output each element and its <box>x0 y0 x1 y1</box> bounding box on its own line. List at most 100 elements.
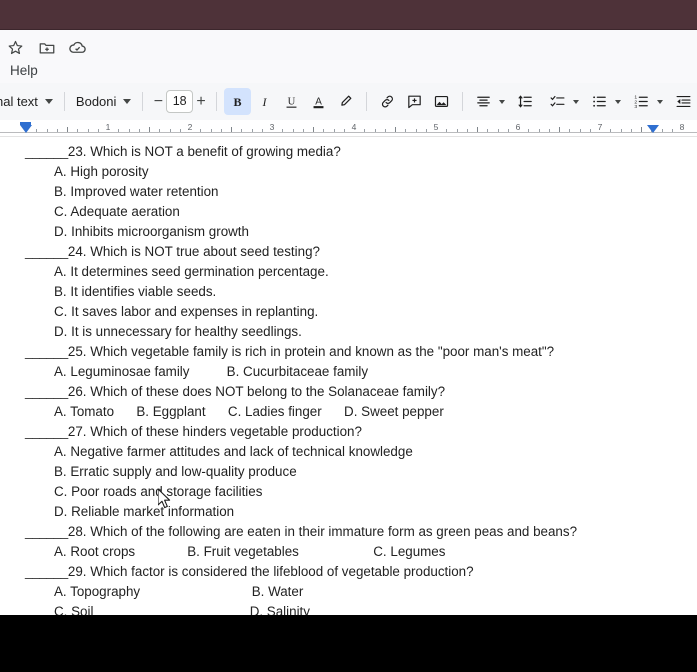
ruler-tick <box>641 127 642 132</box>
bulleted-list-dropdown[interactable] <box>586 88 623 115</box>
question-stem[interactable]: ______24. Which is NOT true about seed t… <box>12 242 687 262</box>
toolbar-divider <box>215 92 217 111</box>
ruler-tick <box>56 129 58 132</box>
question-stem[interactable]: ______27. Which of these hinders vegetab… <box>12 422 687 442</box>
ruler-tick <box>87 129 89 132</box>
ruler-tick <box>118 129 120 132</box>
line-text: D. Reliable market information <box>54 504 235 519</box>
ruler-tick <box>210 129 212 132</box>
highlight-color-button[interactable] <box>332 88 359 115</box>
ruler-tick <box>46 129 48 132</box>
line-text: A. Topography B. Water <box>54 584 304 599</box>
paragraph-style-label: nal text <box>0 94 38 109</box>
ruler-tick <box>497 129 499 132</box>
italic-button[interactable]: I <box>251 88 278 115</box>
star-icon[interactable] <box>6 38 25 57</box>
docs-app-window: Help nal text Bodoni − 18 + B I U A 1 2 … <box>0 0 697 672</box>
ruler-tick <box>569 129 571 132</box>
increase-font-size-button[interactable]: + <box>193 91 209 113</box>
doc-quick-actions <box>6 38 87 57</box>
answer-option[interactable]: A. It determines seed germination percen… <box>12 262 687 282</box>
ruler-tick <box>528 129 530 132</box>
question-stem[interactable]: ______26. Which of these does NOT belong… <box>12 382 687 402</box>
ruler-tick <box>220 129 222 132</box>
line-text: 25. Which vegetable family is rich in pr… <box>67 344 555 359</box>
line-text: C. It saves labor and expenses in replan… <box>54 304 319 319</box>
ruler-tick <box>333 129 335 132</box>
text-color-button[interactable]: A <box>305 88 332 115</box>
ruler-tick <box>169 129 171 132</box>
answer-option[interactable]: D. Reliable market information <box>12 502 687 522</box>
question-stem[interactable]: ______28. Which of the following are eat… <box>12 522 687 542</box>
menu-help[interactable]: Help <box>6 61 42 80</box>
line-text: 27. Which of these hinders vegetable pro… <box>67 424 362 439</box>
answer-option[interactable]: A. Topography B. Water <box>12 582 687 602</box>
answer-option[interactable]: B. It identifies viable seeds. <box>12 282 687 302</box>
ruler-tick <box>313 127 314 132</box>
align-dropdown[interactable] <box>470 88 507 115</box>
insert-link-button[interactable] <box>374 88 401 115</box>
question-stem[interactable]: ______29. Which factor is considered the… <box>12 562 687 582</box>
add-comment-button[interactable] <box>401 88 428 115</box>
toolbar-divider <box>142 92 144 111</box>
checklist-dropdown[interactable] <box>544 88 581 115</box>
bulleted-list-icon[interactable] <box>586 88 613 115</box>
answer-option[interactable]: C. Poor roads and storage facilities <box>12 482 687 502</box>
document-page[interactable]: ______23. Which is NOT a benefit of grow… <box>0 137 697 622</box>
answer-option[interactable]: B. Erratic supply and low-quality produc… <box>12 462 687 482</box>
document-canvas[interactable]: ______23. Which is NOT a benefit of grow… <box>0 137 697 672</box>
chevron-down-icon <box>614 99 621 104</box>
insert-image-button[interactable] <box>428 88 455 115</box>
cloud-saved-icon[interactable] <box>68 38 87 57</box>
paragraph-style-dropdown[interactable]: nal text <box>0 89 57 115</box>
checklist-icon[interactable] <box>544 88 571 115</box>
ruler-tick <box>661 129 663 132</box>
ruler-tick <box>477 127 478 132</box>
numbered-list-dropdown[interactable]: 1 2 3 <box>628 88 665 115</box>
answer-option[interactable]: A. Leguminosae family B. Cucurbitaceae f… <box>12 362 687 382</box>
answer-option[interactable]: D. It is unnecessary for healthy seedlin… <box>12 322 687 342</box>
line-spacing-button[interactable] <box>512 88 539 115</box>
ruler-label: 3 <box>269 122 275 132</box>
question-stem[interactable]: ______25. Which vegetable family is rich… <box>12 342 687 362</box>
ruler-tick <box>579 129 581 132</box>
underline-button[interactable]: U <box>278 88 305 115</box>
answer-option[interactable]: C. Adequate aeration <box>12 202 687 222</box>
ruler-tick <box>538 129 540 132</box>
left-indent-marker[interactable] <box>20 125 32 133</box>
svg-text:B: B <box>233 95 241 109</box>
line-text: A. Negative farmer attitudes and lack of… <box>54 444 413 459</box>
ruler-tick <box>466 129 468 132</box>
answer-option[interactable]: C. It saves labor and expenses in replan… <box>12 302 687 322</box>
numbered-list-icon[interactable]: 1 2 3 <box>628 88 655 115</box>
answer-option[interactable]: A. Tomato B. Eggplant C. Ladies finger D… <box>12 402 687 422</box>
font-family-dropdown[interactable]: Bodoni <box>72 89 135 115</box>
answer-option[interactable]: A. Negative farmer attitudes and lack of… <box>12 442 687 462</box>
ruler-tick <box>138 129 140 132</box>
answer-option[interactable]: A. High porosity <box>12 162 687 182</box>
line-text: B. Improved water retention <box>54 184 219 199</box>
ruler-tick <box>292 129 294 132</box>
ruler-tick <box>261 129 263 132</box>
line-text: B. Erratic supply and low-quality produc… <box>54 464 297 479</box>
ruler-tick <box>610 129 612 132</box>
bold-button[interactable]: B <box>223 88 251 115</box>
ruler-tick <box>425 129 427 132</box>
ruler-tick <box>415 129 417 132</box>
ruler-label: 7 <box>597 122 603 132</box>
decrease-font-size-button[interactable]: − <box>150 91 166 113</box>
right-indent-marker[interactable] <box>647 125 659 133</box>
question-stem[interactable]: ______23. Which is NOT a benefit of grow… <box>12 142 687 162</box>
font-size-input[interactable]: 18 <box>166 90 194 113</box>
decrease-indent-button[interactable] <box>670 88 697 115</box>
move-folder-icon[interactable] <box>37 38 56 57</box>
align-center-icon[interactable] <box>470 88 497 115</box>
answer-option[interactable]: B. Improved water retention <box>12 182 687 202</box>
answer-option[interactable]: A. Root crops B. Fruit vegetables C. Leg… <box>12 542 687 562</box>
line-text: D. Inhibits microorganism growth <box>54 224 249 239</box>
svg-text:3: 3 <box>634 104 637 110</box>
document-ruler[interactable]: 1 2 3 4 5 6 7 8 <box>0 120 697 137</box>
ruler-label: 1 <box>105 122 111 132</box>
line-text: A. It determines seed germination percen… <box>54 264 329 279</box>
answer-option[interactable]: D. Inhibits microorganism growth <box>12 222 687 242</box>
